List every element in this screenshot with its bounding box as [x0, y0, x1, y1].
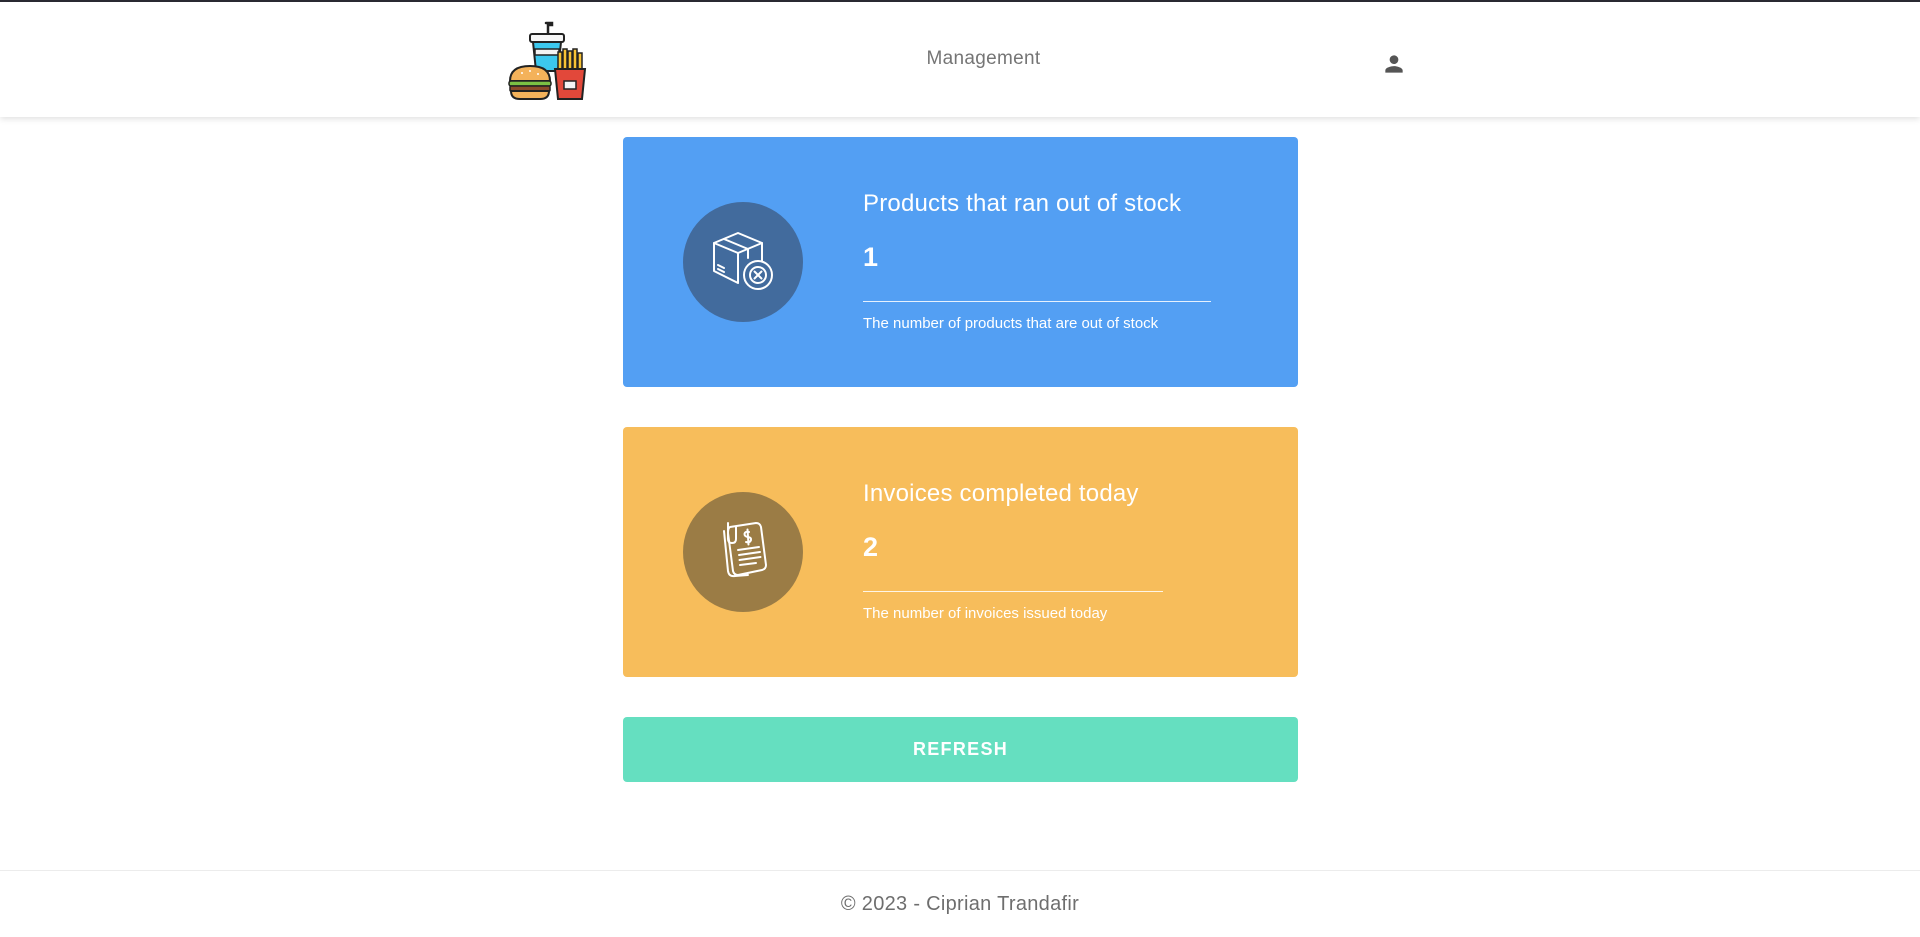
- card-description: The number of products that are out of s…: [863, 315, 1159, 332]
- card-count: 1: [863, 242, 879, 272]
- nav-link-management[interactable]: Management: [900, 48, 1067, 70]
- card-divider: [863, 591, 1163, 592]
- card-description: The number of invoices issued today: [863, 605, 1108, 622]
- footer: © 2023 - Ciprian Trandafir: [0, 870, 1920, 937]
- card-title: Products that ran out of stock: [863, 190, 1182, 217]
- card-divider: [863, 301, 1211, 302]
- card-icon-circle: [683, 202, 803, 322]
- fast-food-logo-icon[interactable]: [508, 19, 588, 101]
- card-title: Invoices completed today: [863, 480, 1139, 507]
- out-of-stock-card: Products that ran out of stock 1 The num…: [623, 137, 1298, 387]
- invoices-card: Invoices completed today 2 The number of…: [623, 427, 1298, 677]
- person-icon[interactable]: [1381, 51, 1407, 77]
- box-out-of-stock-icon: [713, 232, 773, 290]
- refresh-button[interactable]: REFRESH: [623, 717, 1298, 782]
- invoice-dollar-icon: [723, 522, 767, 578]
- copyright-text: © 2023 - Ciprian Trandafir: [840, 893, 1080, 915]
- card-icon-circle: [683, 492, 803, 612]
- navbar: Management: [0, 2, 1920, 117]
- card-count: 2: [863, 532, 879, 562]
